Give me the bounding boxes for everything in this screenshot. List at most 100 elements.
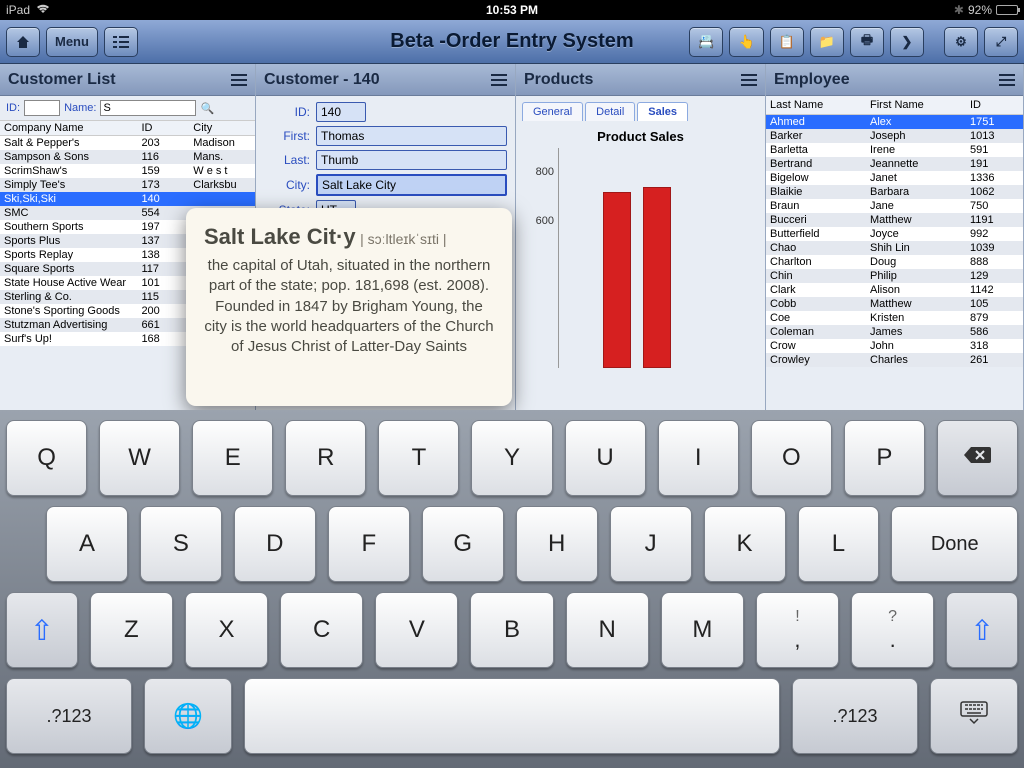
- key-e[interactable]: E: [192, 420, 273, 496]
- tool-button-4[interactable]: 📁: [810, 27, 844, 57]
- key-shift[interactable]: ⇧: [946, 592, 1018, 668]
- key-l[interactable]: L: [798, 506, 880, 582]
- table-row[interactable]: CrowleyCharles261: [766, 353, 1023, 367]
- table-row[interactable]: BlaikieBarbara1062: [766, 185, 1023, 199]
- key-dismiss[interactable]: [930, 678, 1018, 754]
- table-row[interactable]: BigelowJanet1336: [766, 171, 1023, 185]
- table-row[interactable]: BarlettaIrene591: [766, 143, 1023, 157]
- table-row[interactable]: CrowJohn318: [766, 339, 1023, 353]
- col-first-header[interactable]: First Name: [866, 98, 966, 112]
- col-empid-header[interactable]: ID: [966, 98, 1016, 112]
- table-row[interactable]: Salt & Pepper's203Madison: [0, 136, 255, 150]
- table-row[interactable]: Sampson & Sons116Mans.: [0, 150, 255, 164]
- key-t[interactable]: T: [378, 420, 459, 496]
- first-field[interactable]: [316, 126, 507, 146]
- key-shift[interactable]: ⇧: [6, 592, 78, 668]
- shift-icon: ⇧: [30, 614, 53, 647]
- key-m[interactable]: M: [661, 592, 744, 668]
- key-k[interactable]: K: [704, 506, 786, 582]
- key-g[interactable]: G: [422, 506, 504, 582]
- key-f[interactable]: F: [328, 506, 410, 582]
- key-h[interactable]: H: [516, 506, 598, 582]
- key-o[interactable]: O: [751, 420, 832, 496]
- key-u[interactable]: U: [565, 420, 646, 496]
- key-y[interactable]: Y: [471, 420, 552, 496]
- tool-button-3[interactable]: 📋: [770, 27, 804, 57]
- id-field[interactable]: [316, 102, 366, 122]
- employee-title: Employee: [774, 71, 850, 89]
- table-row[interactable]: ButterfieldJoyce992: [766, 227, 1023, 241]
- key-done[interactable]: Done: [891, 506, 1018, 582]
- key-j[interactable]: J: [610, 506, 692, 582]
- gear-icon: ⚙: [955, 34, 967, 50]
- key-globe[interactable]: 🌐: [144, 678, 232, 754]
- table-row[interactable]: BraunJane750: [766, 199, 1023, 213]
- menu-button[interactable]: Menu: [46, 27, 98, 57]
- col-last-header[interactable]: Last Name: [766, 98, 866, 112]
- panel-menu-button[interactable]: [231, 74, 247, 86]
- col-company-header[interactable]: Company Name: [0, 121, 137, 135]
- key-numsym-left[interactable]: .?123: [6, 678, 132, 754]
- last-label: Last:: [264, 153, 310, 167]
- key-period[interactable]: ?.: [851, 592, 934, 668]
- next-button[interactable]: ❯: [890, 27, 924, 57]
- key-x[interactable]: X: [185, 592, 268, 668]
- key-q[interactable]: Q: [6, 420, 87, 496]
- first-label: First:: [264, 129, 310, 143]
- id-label: ID:: [264, 105, 310, 119]
- key-w[interactable]: W: [99, 420, 180, 496]
- panel-menu-button[interactable]: [999, 74, 1015, 86]
- tab-detail[interactable]: Detail: [585, 102, 635, 121]
- table-row[interactable]: ColemanJames586: [766, 325, 1023, 339]
- table-row[interactable]: CobbMatthew105: [766, 297, 1023, 311]
- filter-name-input[interactable]: [100, 100, 196, 116]
- print-button[interactable]: 🖶: [850, 27, 884, 57]
- table-row[interactable]: ScrimShaw's159W e s t: [0, 164, 255, 178]
- tab-sales[interactable]: Sales: [637, 102, 688, 121]
- table-row[interactable]: Ski,Ski,Ski140: [0, 192, 255, 206]
- key-b[interactable]: B: [470, 592, 553, 668]
- key-d[interactable]: D: [234, 506, 316, 582]
- table-row[interactable]: CharltonDoug888: [766, 255, 1023, 269]
- table-row[interactable]: ChinPhilip129: [766, 269, 1023, 283]
- tool-button-1[interactable]: 📇: [689, 27, 723, 57]
- table-row[interactable]: Simply Tee's173Clarksbu: [0, 178, 255, 192]
- last-field[interactable]: [316, 150, 507, 170]
- key-r[interactable]: R: [285, 420, 366, 496]
- tool-button-2[interactable]: 👆: [729, 27, 763, 57]
- panel-menu-button[interactable]: [491, 74, 507, 86]
- col-city-header[interactable]: City: [189, 121, 255, 135]
- key-c[interactable]: C: [280, 592, 363, 668]
- panel-menu-button[interactable]: [741, 74, 757, 86]
- key-s[interactable]: S: [140, 506, 222, 582]
- table-row[interactable]: BarkerJoseph1013: [766, 129, 1023, 143]
- table-row[interactable]: AhmedAlex1751: [766, 115, 1023, 129]
- city-field[interactable]: [316, 174, 507, 196]
- home-button[interactable]: [6, 27, 40, 57]
- key-v[interactable]: V: [375, 592, 458, 668]
- settings-button[interactable]: ⚙: [944, 27, 978, 57]
- key-z[interactable]: Z: [90, 592, 173, 668]
- list-toggle-button[interactable]: [104, 27, 138, 57]
- key-i[interactable]: I: [658, 420, 739, 496]
- table-row[interactable]: ClarkAlison1142: [766, 283, 1023, 297]
- chart-title: Product Sales: [516, 121, 765, 148]
- table-row[interactable]: CoeKristen879: [766, 311, 1023, 325]
- key-numsym-right[interactable]: .?123: [792, 678, 918, 754]
- key-n[interactable]: N: [566, 592, 649, 668]
- table-row[interactable]: BucceriMatthew1191: [766, 213, 1023, 227]
- battery-icon: [996, 5, 1018, 15]
- tab-general[interactable]: General: [522, 102, 583, 121]
- key-p[interactable]: P: [844, 420, 925, 496]
- key-comma[interactable]: !,: [756, 592, 839, 668]
- filter-id-input[interactable]: [24, 100, 60, 116]
- key-space[interactable]: [244, 678, 780, 754]
- search-icon[interactable]: 🔍: [200, 102, 214, 115]
- expand-button[interactable]: ⤢: [984, 27, 1018, 57]
- key-backspace[interactable]: [937, 420, 1018, 496]
- key-a[interactable]: A: [46, 506, 128, 582]
- table-row[interactable]: BertrandJeannette191: [766, 157, 1023, 171]
- customer-list-title: Customer List: [8, 71, 116, 89]
- col-id-header[interactable]: ID: [137, 121, 189, 135]
- table-row[interactable]: ChaoShih Lin1039: [766, 241, 1023, 255]
